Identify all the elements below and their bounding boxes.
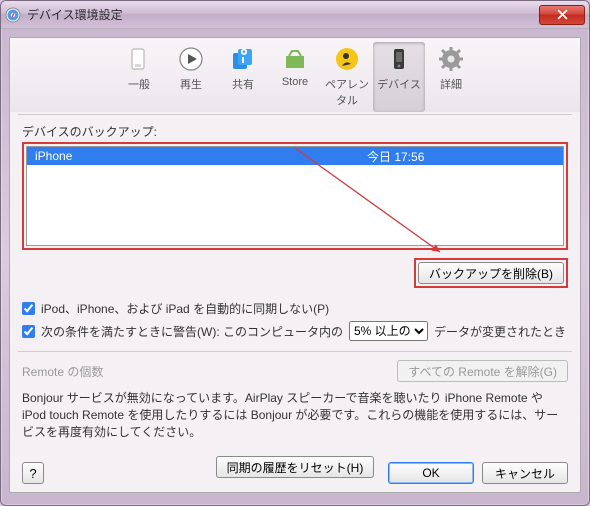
tab-devices[interactable]: デバイス <box>373 42 425 112</box>
backup-list-highlight: iPhone 今日 17:56 <box>22 142 568 250</box>
ok-button[interactable]: OK <box>388 462 474 484</box>
tab-general[interactable]: 一般 <box>113 42 165 112</box>
bonjour-warning-text: Bonjour サービスが無効になっています。AirPlay スピーカーで音楽を… <box>22 390 568 440</box>
backup-row[interactable]: iPhone 今日 17:56 <box>27 147 563 165</box>
close-button[interactable] <box>539 5 585 25</box>
warn-row: 次の条件を満たすときに警告(W): このコンピュータ内の 5% 以上の データが… <box>22 321 568 341</box>
threshold-select[interactable]: 5% 以上の <box>349 321 428 341</box>
play-icon <box>174 44 208 74</box>
store-icon <box>278 44 312 74</box>
warn-checkbox[interactable] <box>22 325 35 338</box>
delete-backup-button[interactable]: バックアップを削除(B) <box>418 262 564 284</box>
tab-parental[interactable]: ペアレンタル <box>321 42 373 112</box>
parental-icon <box>330 44 364 74</box>
close-icon <box>557 9 568 20</box>
delete-backup-highlight: バックアップを削除(B) <box>414 258 568 288</box>
app-icon <box>5 7 21 23</box>
backup-list[interactable]: iPhone 今日 17:56 <box>26 146 564 246</box>
backup-device-cell: iPhone <box>27 149 361 163</box>
tab-advanced[interactable]: 詳細 <box>425 42 477 112</box>
backup-time-cell: 今日 17:56 <box>361 148 563 165</box>
clear-remotes-button: すべての Remote を解除(G) <box>397 360 568 382</box>
gear-icon <box>434 44 468 74</box>
sharing-icon <box>226 44 260 74</box>
warn-tail-label: データが変更されたとき <box>434 323 566 340</box>
cancel-button[interactable]: キャンセル <box>482 462 568 484</box>
window-title: デバイス環境設定 <box>27 6 539 23</box>
tab-playback[interactable]: 再生 <box>165 42 217 112</box>
auto-sync-checkbox[interactable] <box>22 302 35 315</box>
titlebar: デバイス環境設定 <box>1 1 589 29</box>
warn-label: 次の条件を満たすときに警告(W): このコンピュータ内の <box>41 323 343 340</box>
device-icon <box>382 44 416 74</box>
remote-count-label: Remote の個数 <box>22 363 103 380</box>
toolbar-separator <box>18 114 572 115</box>
section-separator <box>18 351 572 352</box>
preferences-toolbar: 一般 再生 共有 Store <box>10 38 580 112</box>
auto-sync-label: iPod、iPhone、および iPad を自動的に同期しない(P) <box>41 300 329 317</box>
backup-list-label: デバイスのバックアップ: <box>22 123 568 140</box>
auto-sync-row[interactable]: iPod、iPhone、および iPad を自動的に同期しない(P) <box>22 300 568 317</box>
general-icon <box>122 44 156 74</box>
tab-sharing[interactable]: 共有 <box>217 42 269 112</box>
tab-store[interactable]: Store <box>269 42 321 112</box>
